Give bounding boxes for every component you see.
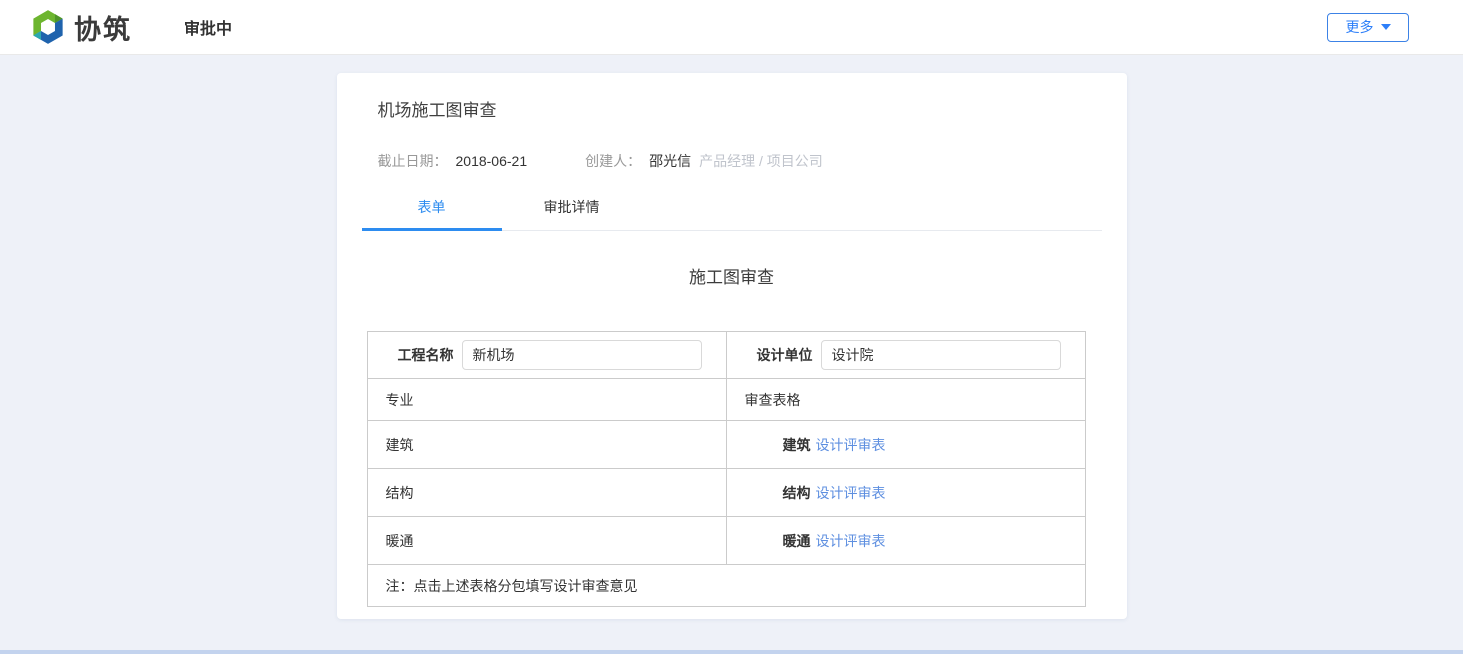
tab-bar: 表单 审批详情 [362, 191, 1102, 231]
specialty-structure: 结构 [367, 469, 726, 517]
design-review-link-architecture[interactable]: 设计评审表 [816, 437, 886, 453]
approval-card: 机场施工图审查 截止日期： 2018-06-21 创建人： 邵光信 产品经理 /… [337, 73, 1127, 619]
column-review-form: 审查表格 [726, 379, 1085, 421]
page-title: 审批中 [184, 15, 232, 39]
review-form-hvac-cell: 暖通设计评审表 [726, 517, 1085, 565]
caret-down-icon [1381, 24, 1391, 30]
review-form-architecture-cell: 建筑设计评审表 [726, 421, 1085, 469]
app-logo: 协筑 [30, 8, 132, 47]
more-button[interactable]: 更多 [1327, 13, 1409, 42]
specialty-architecture: 建筑 [367, 421, 726, 469]
tab-approval-detail[interactable]: 审批详情 [502, 191, 642, 230]
form-note: 注：点击上述表格分包填写设计审查意见 [367, 565, 1085, 607]
bottom-bar [0, 650, 1463, 654]
main-content: 机场施工图审查 截止日期： 2018-06-21 创建人： 邵光信 产品经理 /… [0, 55, 1463, 619]
table-row-note: 注：点击上述表格分包填写设计审查意见 [367, 565, 1085, 607]
tab-form[interactable]: 表单 [362, 191, 502, 230]
form-prefix-hvac: 暖通 [783, 533, 811, 549]
deadline-label: 截止日期： [378, 151, 448, 171]
project-name-cell: 工程名称 [367, 332, 726, 379]
table-row-structure: 结构 结构设计评审表 [367, 469, 1085, 517]
creator-role: 产品经理 / 项目公司 [699, 151, 823, 171]
approval-title: 机场施工图审查 [378, 96, 1086, 121]
form-prefix-architecture: 建筑 [783, 437, 811, 453]
design-review-link-structure[interactable]: 设计评审表 [816, 485, 886, 501]
table-row-header: 专业 审查表格 [367, 379, 1085, 421]
design-unit-cell: 设计单位 [726, 332, 1085, 379]
table-row-fields: 工程名称 设计单位 [367, 332, 1085, 379]
table-row-hvac: 暖通 暖通设计评审表 [367, 517, 1085, 565]
form-prefix-structure: 结构 [783, 485, 811, 501]
creator-name: 邵光信 [649, 151, 691, 171]
review-form-table: 工程名称 设计单位 专业 审查表格 建筑 建筑设计评审表 [367, 331, 1086, 607]
column-specialty: 专业 [367, 379, 726, 421]
review-form-structure-cell: 结构设计评审表 [726, 469, 1085, 517]
app-header: 协筑 审批中 更多 [0, 0, 1463, 55]
xiezhu-hexagon-logo-icon [30, 9, 66, 45]
approval-meta: 截止日期： 2018-06-21 创建人： 邵光信 产品经理 / 项目公司 [378, 151, 1086, 171]
form-title: 施工图审查 [337, 263, 1127, 288]
creator-label: 创建人： [585, 151, 641, 171]
project-name-input[interactable] [462, 340, 702, 370]
brand-name: 协筑 [74, 8, 132, 47]
table-row-architecture: 建筑 建筑设计评审表 [367, 421, 1085, 469]
design-unit-input[interactable] [821, 340, 1061, 370]
specialty-hvac: 暖通 [367, 517, 726, 565]
deadline-value: 2018-06-21 [456, 153, 528, 169]
project-name-label: 工程名称 [398, 345, 454, 365]
design-unit-label: 设计单位 [757, 345, 813, 365]
more-button-label: 更多 [1346, 17, 1374, 37]
design-review-link-hvac[interactable]: 设计评审表 [816, 533, 886, 549]
